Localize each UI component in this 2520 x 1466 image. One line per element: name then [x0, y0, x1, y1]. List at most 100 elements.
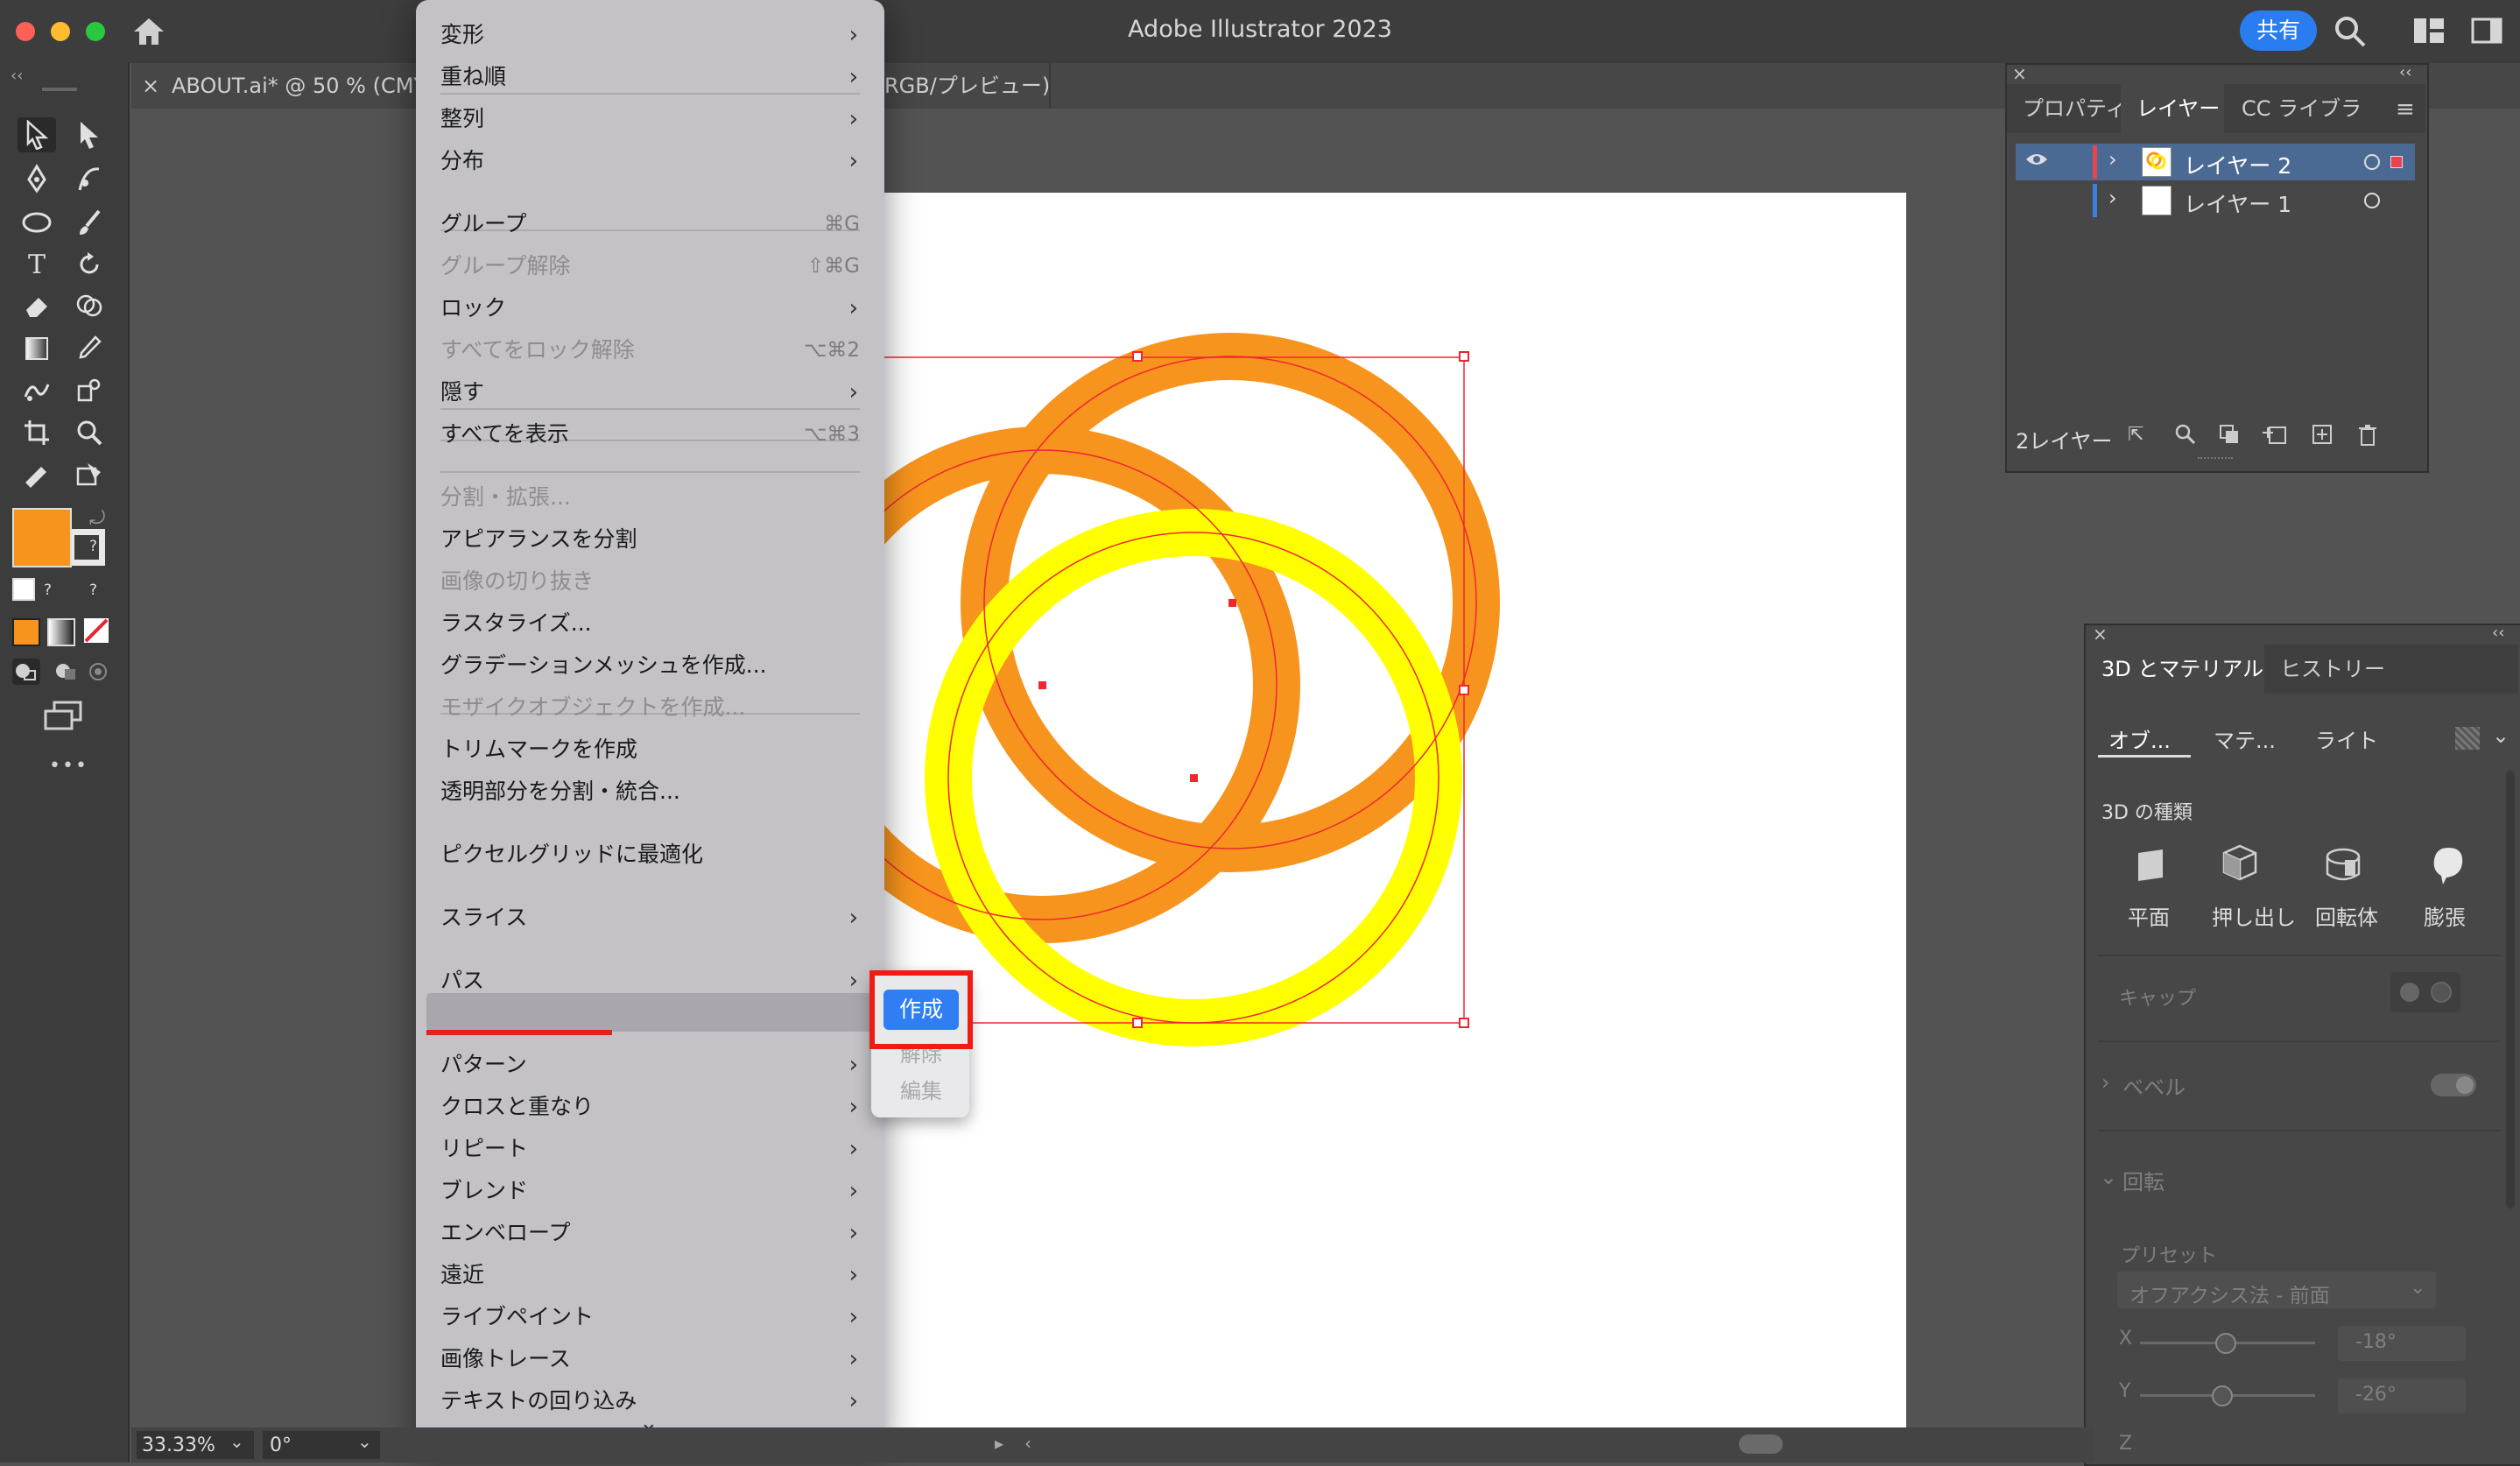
type-extrude-label[interactable]: 押し出し: [2212, 900, 2296, 931]
zoom-dropdown-icon[interactable]: ⌄: [229, 1431, 244, 1452]
rotation-value: 0°: [270, 1434, 292, 1456]
menu-item-label: ブレンド: [440, 1178, 529, 1203]
locate-object-icon[interactable]: [2173, 422, 2196, 448]
3d-type-heading: 3D の種類: [2101, 802, 2193, 824]
render-settings-chevron-icon[interactable]: ⌄: [2492, 723, 2509, 748]
panel-menu-icon[interactable]: ≡: [2396, 96, 2415, 123]
3d-panel-scrollbar[interactable]: [2506, 771, 2515, 1209]
menu-item[interactable]: ピクセルグリッドに最適化: [440, 835, 860, 874]
expand-layer-2-icon[interactable]: ›: [2108, 147, 2117, 172]
status-bar: [131, 1427, 2094, 1462]
tab-history[interactable]: ヒストリー: [2280, 645, 2385, 694]
menu-item[interactable]: ラスタライズ...: [440, 604, 860, 643]
annotation-underline: [426, 1030, 612, 1035]
tab-layers[interactable]: レイヤー: [2136, 84, 2220, 133]
menu-item[interactable]: 画像トレース ›: [440, 1340, 860, 1378]
expand-layer-1-icon[interactable]: ›: [2108, 186, 2117, 210]
tab-cc-libraries[interactable]: CC ライブラ: [2242, 84, 2362, 133]
menu-item[interactable]: 隠す ›: [440, 373, 860, 412]
menu-item-shortcut: ⌥⌘2: [803, 339, 860, 362]
subtab-object[interactable]: オブ...: [2108, 723, 2171, 754]
export-icon[interactable]: ⇱: [2128, 424, 2143, 446]
subtab-light[interactable]: ライト: [2315, 723, 2378, 754]
preset-dropdown-chevron-icon[interactable]: ⌄: [2410, 1277, 2425, 1299]
menu-item[interactable]: グラデーションメッシュを作成...: [440, 646, 860, 685]
menu-item[interactable]: トリムマークを作成: [440, 730, 860, 769]
menu-item-label: 遠近: [440, 1262, 485, 1287]
x-value: -18°: [2355, 1331, 2397, 1353]
menu-item[interactable]: 分布 ›: [440, 142, 860, 180]
rotation-label: 回転: [2122, 1170, 2165, 1195]
revolve-icon[interactable]: [2324, 846, 2362, 886]
horizontal-scroll-thumb[interactable]: [1739, 1434, 1783, 1454]
menu-item[interactable]: ロック ›: [440, 289, 860, 328]
submenu-arrow-icon: ›: [848, 1388, 858, 1414]
y-slider-thumb[interactable]: [2212, 1385, 2233, 1406]
menu-item-label: リピート: [440, 1136, 529, 1161]
menu-item[interactable]: 分割・拡張...: [440, 478, 860, 517]
type-plane-label[interactable]: 平面: [2128, 900, 2170, 931]
submenu-item-edit[interactable]: 編集: [883, 1074, 959, 1104]
preset-value: オフアクシス法 - 前面: [2129, 1285, 2330, 1307]
extrude-icon[interactable]: [2221, 842, 2259, 886]
menu-item[interactable]: リピート ›: [440, 1130, 860, 1168]
3d-panel-collapse-icon[interactable]: ‹‹: [2492, 624, 2504, 642]
tab-3d-materials[interactable]: 3D とマテリアル: [2101, 645, 2263, 694]
render-settings-icon[interactable]: [2455, 727, 2480, 750]
menu-item-label: ラスタライズ...: [440, 610, 592, 636]
subtab-material[interactable]: マテ...: [2214, 723, 2276, 754]
rotation-dropdown-icon[interactable]: ⌄: [357, 1431, 372, 1452]
layers-panel-resize-grip[interactable]: [2198, 457, 2233, 464]
bevel-toggle[interactable]: [2431, 1074, 2476, 1096]
menu-item[interactable]: 整列 ›: [440, 100, 860, 138]
menu-item[interactable]: モザイクオブジェクトを作成...: [440, 688, 860, 727]
x-slider-thumb[interactable]: [2215, 1333, 2236, 1354]
menu-item[interactable]: アピアランスを分割: [440, 520, 860, 559]
submenu-arrow-icon: ›: [848, 64, 858, 90]
type-inflate-label[interactable]: 膨張: [2424, 900, 2466, 931]
scroll-left-icon[interactable]: ‹: [1024, 1433, 1031, 1454]
tab-properties[interactable]: プロパティ: [2023, 84, 2127, 133]
menu-item[interactable]: 遠近 ›: [440, 1256, 860, 1294]
make-clipping-mask-icon[interactable]: [2219, 424, 2240, 448]
menu-item[interactable]: すべてをロック解除 ⌥⌘2: [440, 331, 860, 370]
menu-item[interactable]: グループ解除 ⇧⌘G: [440, 247, 860, 285]
menu-item[interactable]: 透明部分を分割・統合...: [440, 772, 860, 811]
visibility-eye-icon[interactable]: [2024, 151, 2049, 172]
menu-item[interactable]: エンベロープ ›: [440, 1214, 860, 1252]
layer-2-selection-indicator[interactable]: [2390, 156, 2403, 168]
menu-item[interactable]: スライス ›: [440, 899, 860, 937]
menu-item[interactable]: 重ね順 ›: [440, 58, 860, 96]
layers-panel-collapse-icon[interactable]: ‹‹: [2399, 63, 2411, 81]
menu-item-label: 隠す: [440, 379, 485, 405]
layer-1-name[interactable]: レイヤー 1: [2184, 187, 2291, 219]
type-revolve-label[interactable]: 回転体: [2315, 900, 2378, 931]
layers-panel-close-icon[interactable]: ×: [2012, 63, 2027, 84]
submenu-arrow-icon: ›: [848, 1136, 858, 1162]
bevel-expand-icon[interactable]: ›: [2101, 1070, 2110, 1095]
menu-item-label: エンベロープ: [440, 1220, 571, 1245]
cap-buttons[interactable]: [2390, 972, 2460, 1012]
menu-item[interactable]: 画像の切り抜き: [440, 562, 860, 601]
layer-2-target-icon[interactable]: [2364, 154, 2380, 170]
3d-panel-close-icon[interactable]: ×: [2093, 624, 2108, 645]
menu-item[interactable]: グループ ⌘G: [440, 205, 860, 243]
new-layer-icon[interactable]: [2312, 424, 2333, 448]
layer-2-color-bar: [2093, 145, 2097, 179]
plane-icon[interactable]: [2133, 848, 2168, 886]
status-play-icon[interactable]: ▸: [995, 1433, 1003, 1454]
menu-item-label: テキストの回り込み: [440, 1388, 637, 1413]
menu-item[interactable]: ライブペイント ›: [440, 1298, 860, 1336]
create-sublayer-icon[interactable]: [2261, 424, 2287, 448]
menu-item[interactable]: パターン ›: [440, 1046, 860, 1084]
menu-item-label: 分割・拡張...: [440, 484, 571, 510]
layer-2-name[interactable]: レイヤー 2: [2184, 149, 2291, 180]
menu-item[interactable]: 変形 ›: [440, 16, 860, 54]
rotation-expand-icon[interactable]: ⌄: [2100, 1165, 2117, 1189]
menu-item[interactable]: ブレンド ›: [440, 1172, 860, 1210]
divider-3: [2098, 1130, 2501, 1131]
layer-1-target-icon[interactable]: [2364, 193, 2380, 208]
inflate-icon[interactable]: [2431, 846, 2466, 890]
menu-item[interactable]: すべてを表示 ⌥⌘3: [440, 415, 860, 454]
delete-layer-icon[interactable]: [2357, 424, 2378, 450]
